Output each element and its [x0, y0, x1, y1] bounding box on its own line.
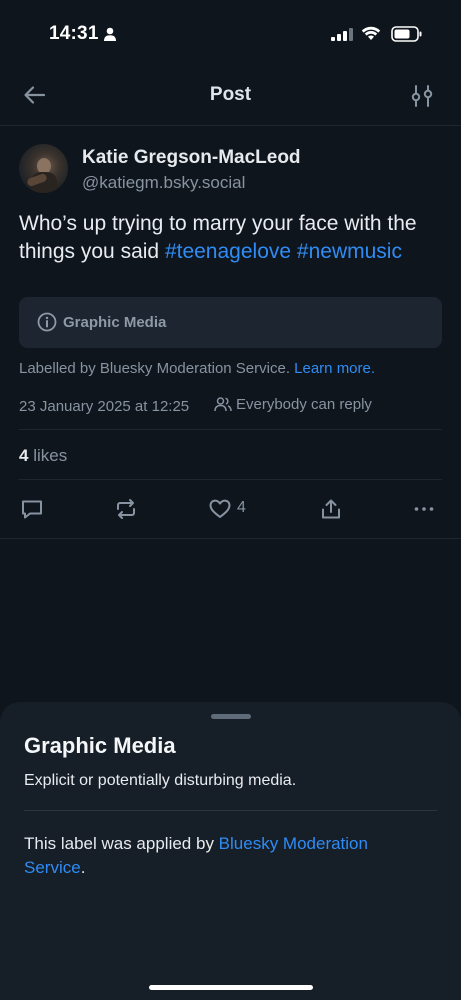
moderation-label-line: Labelled by Bluesky Moderation Service. … [19, 360, 375, 377]
reply-setting-label: Everybody can reply [236, 396, 372, 413]
media-warning-label: Graphic Media [63, 314, 167, 331]
home-indicator[interactable] [149, 985, 313, 990]
heart-icon[interactable] [208, 497, 232, 521]
post-text: Who’s up trying to marry your face with … [19, 210, 439, 266]
sliders-icon[interactable] [410, 83, 434, 109]
sheet-applied-by: This label was applied by Bluesky Modera… [24, 832, 424, 880]
info-icon [37, 312, 57, 332]
label-info-sheet: Graphic Media Explicit or potentially di… [0, 702, 461, 1000]
divider [19, 479, 442, 480]
hashtag-newmusic[interactable]: #newmusic [297, 240, 402, 263]
applied-by-text: This label was applied by [24, 834, 219, 853]
wifi-icon [361, 26, 381, 40]
status-time: 14:31 [49, 23, 99, 44]
applied-by-suffix: . [80, 858, 86, 877]
avatar[interactable] [19, 144, 68, 193]
battery-icon [391, 26, 422, 42]
cellular-signal-icon [331, 28, 353, 41]
learn-more-link[interactable]: Learn more. [294, 360, 375, 377]
thread-divider [0, 538, 461, 539]
author-handle[interactable]: @katiegm.bsky.social [82, 173, 245, 193]
like-count: 4 [237, 499, 246, 516]
sheet-description: Explicit or potentially disturbing media… [24, 772, 297, 789]
people-icon [214, 397, 232, 412]
person-icon [104, 27, 116, 41]
labelled-by-text: Labelled by Bluesky Moderation Service. [19, 360, 290, 377]
post-header: Post [0, 66, 461, 126]
repost-icon[interactable] [114, 497, 138, 521]
more-options-icon[interactable] [412, 497, 436, 521]
sheet-title: Graphic Media [24, 733, 176, 758]
media-warning-card[interactable]: Graphic Media [19, 297, 442, 348]
divider [19, 429, 442, 430]
share-icon[interactable] [319, 497, 343, 521]
author-name[interactable]: Katie Gregson-MacLeod [82, 147, 301, 169]
status-bar: 14:31 [0, 0, 461, 66]
hashtag-teenagelove[interactable]: #teenagelove [165, 240, 291, 263]
sheet-divider [24, 810, 437, 811]
sheet-grabber-handle[interactable] [211, 714, 251, 719]
likes-count: 4 [19, 446, 29, 465]
likes-label: likes [33, 446, 68, 465]
likes-summary[interactable]: 4 likes [19, 446, 67, 466]
page-title: Post [209, 84, 252, 105]
post-timestamp: 23 January 2025 at 12:25 [19, 398, 190, 415]
reply-setting[interactable]: Everybody can reply [214, 396, 372, 413]
reply-icon[interactable] [20, 497, 44, 521]
